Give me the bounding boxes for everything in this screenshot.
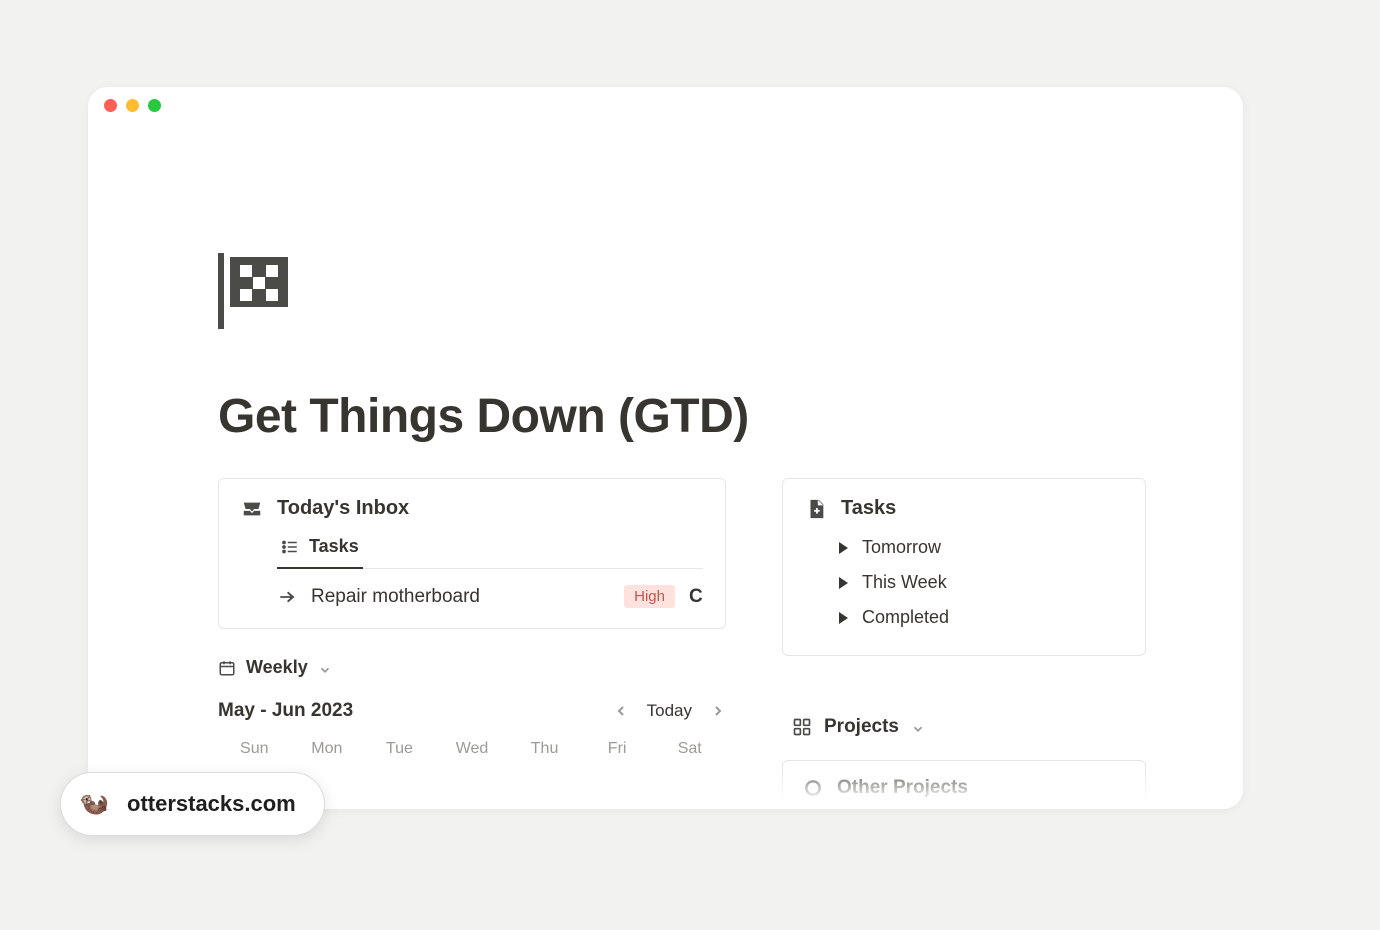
right-column: Tasks Tomorrow This Week C <box>782 478 1146 809</box>
other-projects-card[interactable]: Other Projects <box>782 760 1146 809</box>
page-title: Get Things Down (GTD) <box>218 389 1163 444</box>
calendar-nav-row: May - Jun 2023 Today <box>218 700 726 722</box>
tasks-card-title: Tasks <box>841 497 896 520</box>
calendar-view-label: Weekly <box>246 657 308 678</box>
left-column: Today's Inbox <box>218 478 726 758</box>
calendar-next-button[interactable] <box>710 703 726 719</box>
other-projects-label: Other Projects <box>837 777 968 799</box>
day-tue: Tue <box>363 740 436 758</box>
calendar-icon <box>218 659 236 677</box>
projects-view-selector[interactable]: Projects <box>782 716 1146 738</box>
todays-inbox-card: Today's Inbox <box>218 478 726 629</box>
tasks-card: Tasks Tomorrow This Week C <box>782 478 1146 656</box>
task-row[interactable]: Repair motherboard High C <box>277 585 703 608</box>
day-sat: Sat <box>653 740 726 758</box>
board-icon <box>792 717 812 737</box>
triangle-right-icon <box>839 612 848 624</box>
todays-inbox-header: Today's Inbox <box>241 497 703 520</box>
circle-icon <box>803 778 823 798</box>
triangle-right-icon <box>839 542 848 554</box>
list-icon <box>281 538 299 556</box>
tasks-item-this-week[interactable]: This Week <box>805 565 1123 600</box>
inbox-tabs: Tasks <box>277 528 703 569</box>
day-thu: Thu <box>508 740 581 758</box>
tasks-item-label: This Week <box>862 572 947 593</box>
task-trailing-glyph: C <box>689 586 703 608</box>
triangle-right-icon <box>839 577 848 589</box>
tab-tasks-label: Tasks <box>309 536 359 557</box>
app-window: Get Things Down (GTD) Today's Inbox <box>88 87 1243 809</box>
priority-badge: High <box>624 585 675 608</box>
page-flag-icon <box>218 253 288 329</box>
tasks-list: Tomorrow This Week Completed <box>805 530 1123 635</box>
window-minimize-button[interactable] <box>126 99 139 112</box>
day-mon: Mon <box>291 740 364 758</box>
day-sun: Sun <box>218 740 291 758</box>
tasks-item-tomorrow[interactable]: Tomorrow <box>805 530 1123 565</box>
arrow-right-icon <box>277 587 297 607</box>
tab-tasks[interactable]: Tasks <box>277 528 363 569</box>
window-titlebar <box>88 87 1243 123</box>
calendar-range-label: May - Jun 2023 <box>218 700 353 722</box>
tasks-item-label: Tomorrow <box>862 537 941 558</box>
otter-icon: 🦦 <box>77 787 111 821</box>
calendar-day-headers: Sun Mon Tue Wed Thu Fri Sat <box>218 740 726 758</box>
task-name: Repair motherboard <box>311 586 610 608</box>
window-zoom-button[interactable] <box>148 99 161 112</box>
day-wed: Wed <box>436 740 509 758</box>
window-close-button[interactable] <box>104 99 117 112</box>
chevron-down-icon <box>318 661 332 675</box>
tasks-item-completed[interactable]: Completed <box>805 600 1123 635</box>
projects-header-label: Projects <box>824 716 899 738</box>
page-content: Get Things Down (GTD) Today's Inbox <box>88 123 1243 809</box>
tasks-item-label: Completed <box>862 607 949 628</box>
brand-label: otterstacks.com <box>127 791 296 817</box>
chevron-down-icon <box>911 720 925 734</box>
calendar-prev-button[interactable] <box>613 703 629 719</box>
page-plus-icon <box>805 498 827 520</box>
calendar-view-selector[interactable]: Weekly <box>218 657 726 678</box>
brand-pill[interactable]: 🦦 otterstacks.com <box>60 772 325 836</box>
tasks-card-header: Tasks <box>805 497 1123 520</box>
calendar-today-button[interactable]: Today <box>647 701 692 721</box>
todays-inbox-title: Today's Inbox <box>277 497 409 520</box>
day-fri: Fri <box>581 740 654 758</box>
inbox-icon <box>241 498 263 520</box>
